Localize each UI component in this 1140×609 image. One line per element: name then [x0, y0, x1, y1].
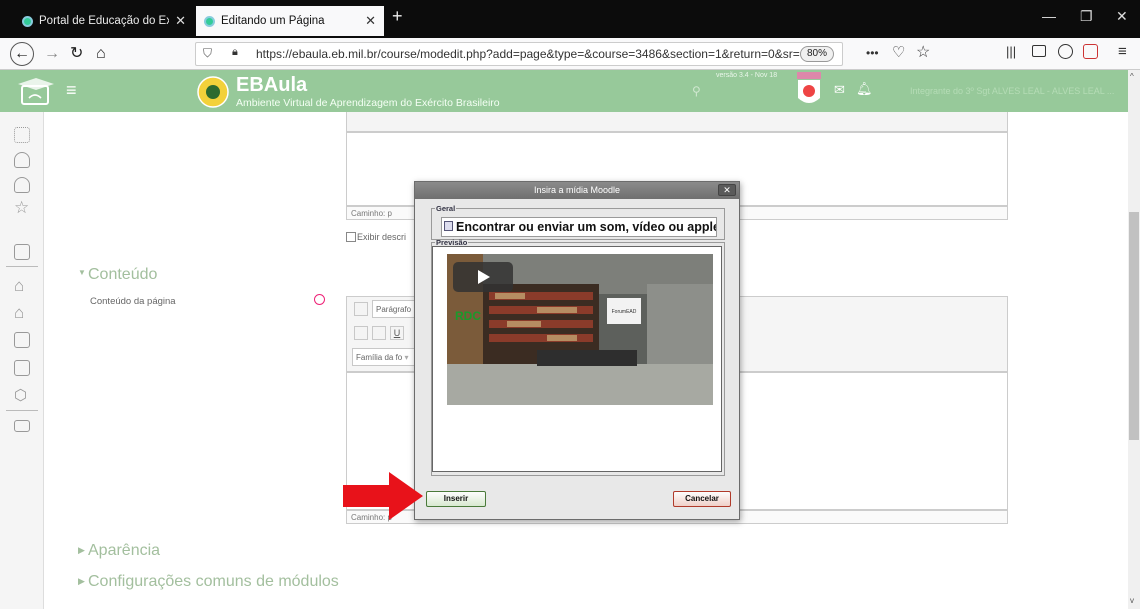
pocket-save-icon[interactable] — [1083, 44, 1098, 59]
required-icon — [314, 294, 325, 305]
browser-tab-editing[interactable]: Editando um Página ✕ — [196, 6, 384, 36]
sidebar-add-block-icon[interactable] — [14, 420, 30, 432]
sidebar-files-icon[interactable] — [14, 360, 30, 376]
toolbar-toggle-icon[interactable] — [354, 302, 368, 316]
badge-icon[interactable] — [795, 71, 823, 111]
sidebar-competencies-icon[interactable]: ☆ — [14, 198, 29, 218]
collapse-chevron-icon[interactable]: ▼ — [78, 268, 86, 277]
sidebar-divider — [6, 410, 38, 411]
hamburger-menu-icon[interactable]: ≡ — [1118, 43, 1127, 60]
sidebar-badges-icon[interactable] — [14, 177, 30, 193]
back-arrow-icon[interactable]: ← — [10, 42, 34, 66]
new-tab-icon[interactable]: + — [392, 6, 403, 27]
undo-icon[interactable] — [354, 326, 368, 340]
restore-icon[interactable]: ❐ — [1080, 8, 1093, 25]
redo-icon[interactable] — [372, 326, 386, 340]
video-preview[interactable]: ForumEAD RDC — [447, 254, 713, 405]
sidebar-participants-icon[interactable] — [14, 152, 30, 168]
url-text[interactable]: https://ebaula.eb.mil.br/course/modedit.… — [256, 47, 804, 61]
version-text: versão 3.4 - Nov 18 — [716, 72, 778, 79]
sidebar-courses-icon[interactable]: ⬡ — [14, 386, 27, 404]
minimize-icon[interactable]: — — [1042, 8, 1056, 24]
dialog-close-icon[interactable]: ✕ — [718, 184, 736, 196]
sidebar-home-icon[interactable]: ⌂ — [14, 276, 24, 296]
section-appearance-heading[interactable]: Aparência — [88, 542, 160, 560]
section-content-heading[interactable]: Conteúdo — [88, 266, 157, 284]
scrollbar-thumb[interactable] — [1129, 212, 1139, 440]
site-favicon-icon — [22, 15, 33, 27]
paragraph-format-select[interactable]: Parágrafo — [372, 300, 418, 318]
dialog-title[interactable]: Insira a mídia Moodle — [415, 182, 739, 199]
bookmark-star-icon[interactable]: ☆ — [916, 42, 930, 62]
sidebar-dashboard-icon[interactable] — [14, 127, 30, 143]
pocket-icon[interactable]: ♡ — [892, 43, 905, 61]
file-picker-icon — [444, 221, 453, 231]
scroll-down-icon[interactable]: v — [1130, 596, 1134, 605]
forward-arrow-icon[interactable]: → — [44, 44, 60, 64]
page-actions-icon[interactable]: ••• — [866, 46, 879, 60]
find-media-label: Encontrar ou enviar um som, vídeo ou app… — [456, 220, 717, 234]
browser-tab-portal[interactable]: Portal de Educação do Exército ✕ — [14, 6, 194, 36]
show-description-label: Exibir descri — [357, 232, 407, 242]
font-family-select-value: Família da fo — [356, 353, 403, 362]
zoom-level-badge[interactable]: 80% — [800, 46, 834, 62]
tab-label: Editando um Página — [221, 15, 325, 27]
sidebar-grades-icon[interactable] — [14, 244, 30, 260]
video-sign-text: ForumEAD — [612, 309, 637, 315]
cancel-button[interactable]: Cancelar — [673, 491, 731, 507]
expand-chevron-icon[interactable]: ▶ — [78, 576, 85, 587]
emblem-icon — [197, 76, 229, 108]
general-legend: Geral — [436, 204, 456, 213]
sidebar-toggle-icon[interactable] — [1032, 45, 1046, 57]
red-arrow-annotation — [343, 472, 423, 520]
messages-icon[interactable]: ✉ — [834, 82, 845, 98]
insert-button[interactable]: Inserir — [426, 491, 486, 507]
close-tab-icon[interactable]: ✕ — [175, 13, 186, 29]
library-icon[interactable]: ||| — [1006, 44, 1016, 59]
site-favicon-icon — [204, 15, 215, 27]
svg-text:RDC: RDC — [455, 309, 481, 323]
scroll-up-icon[interactable]: ^ — [1130, 72, 1134, 81]
underline-icon[interactable]: U — [390, 326, 404, 340]
find-media-button[interactable]: Encontrar ou enviar um som, vídeo ou app… — [441, 217, 717, 237]
editor-toolbar-top — [346, 112, 1008, 132]
font-family-select[interactable]: Família da fo ▾ — [352, 348, 418, 366]
close-window-icon[interactable]: ✕ — [1116, 8, 1128, 25]
sidebar-divider — [6, 266, 38, 267]
menu-toggle-icon[interactable]: ≡ — [66, 80, 77, 101]
sidebar-site-home-icon[interactable]: ⌂ — [14, 303, 24, 323]
sidebar-calendar-icon[interactable] — [14, 332, 30, 348]
reload-icon[interactable]: ↻ — [70, 44, 83, 64]
account-icon[interactable] — [1058, 44, 1073, 59]
path-label: Caminho: p — [351, 209, 392, 218]
home-icon[interactable]: ⌂ — [96, 44, 106, 64]
section-common-settings-heading[interactable]: Configurações comuns de módulos — [88, 573, 339, 591]
user-menu[interactable]: Integrante do 3º Sgt ALVES LEAL - ALVES … — [910, 86, 1114, 96]
search-icon[interactable]: ⚲ — [692, 84, 701, 98]
notifications-bell-icon[interactable]: 🔔︎ — [856, 81, 873, 97]
lock-icon: 🔒︎ — [232, 46, 238, 58]
page-content-label: Conteúdo da página — [90, 296, 176, 307]
expand-chevron-icon[interactable]: ▶ — [78, 545, 85, 556]
site-title[interactable]: EBAula — [236, 74, 307, 97]
shield-icon[interactable]: ⛉ — [203, 46, 212, 61]
tab-label: Portal de Educação do Exército — [39, 15, 169, 27]
close-tab-icon[interactable]: ✕ — [365, 13, 376, 29]
site-subtitle: Ambiente Virtual de Aprendizagem do Exér… — [236, 97, 500, 109]
show-description-checkbox[interactable] — [346, 232, 356, 242]
site-logo-icon[interactable] — [14, 76, 60, 108]
